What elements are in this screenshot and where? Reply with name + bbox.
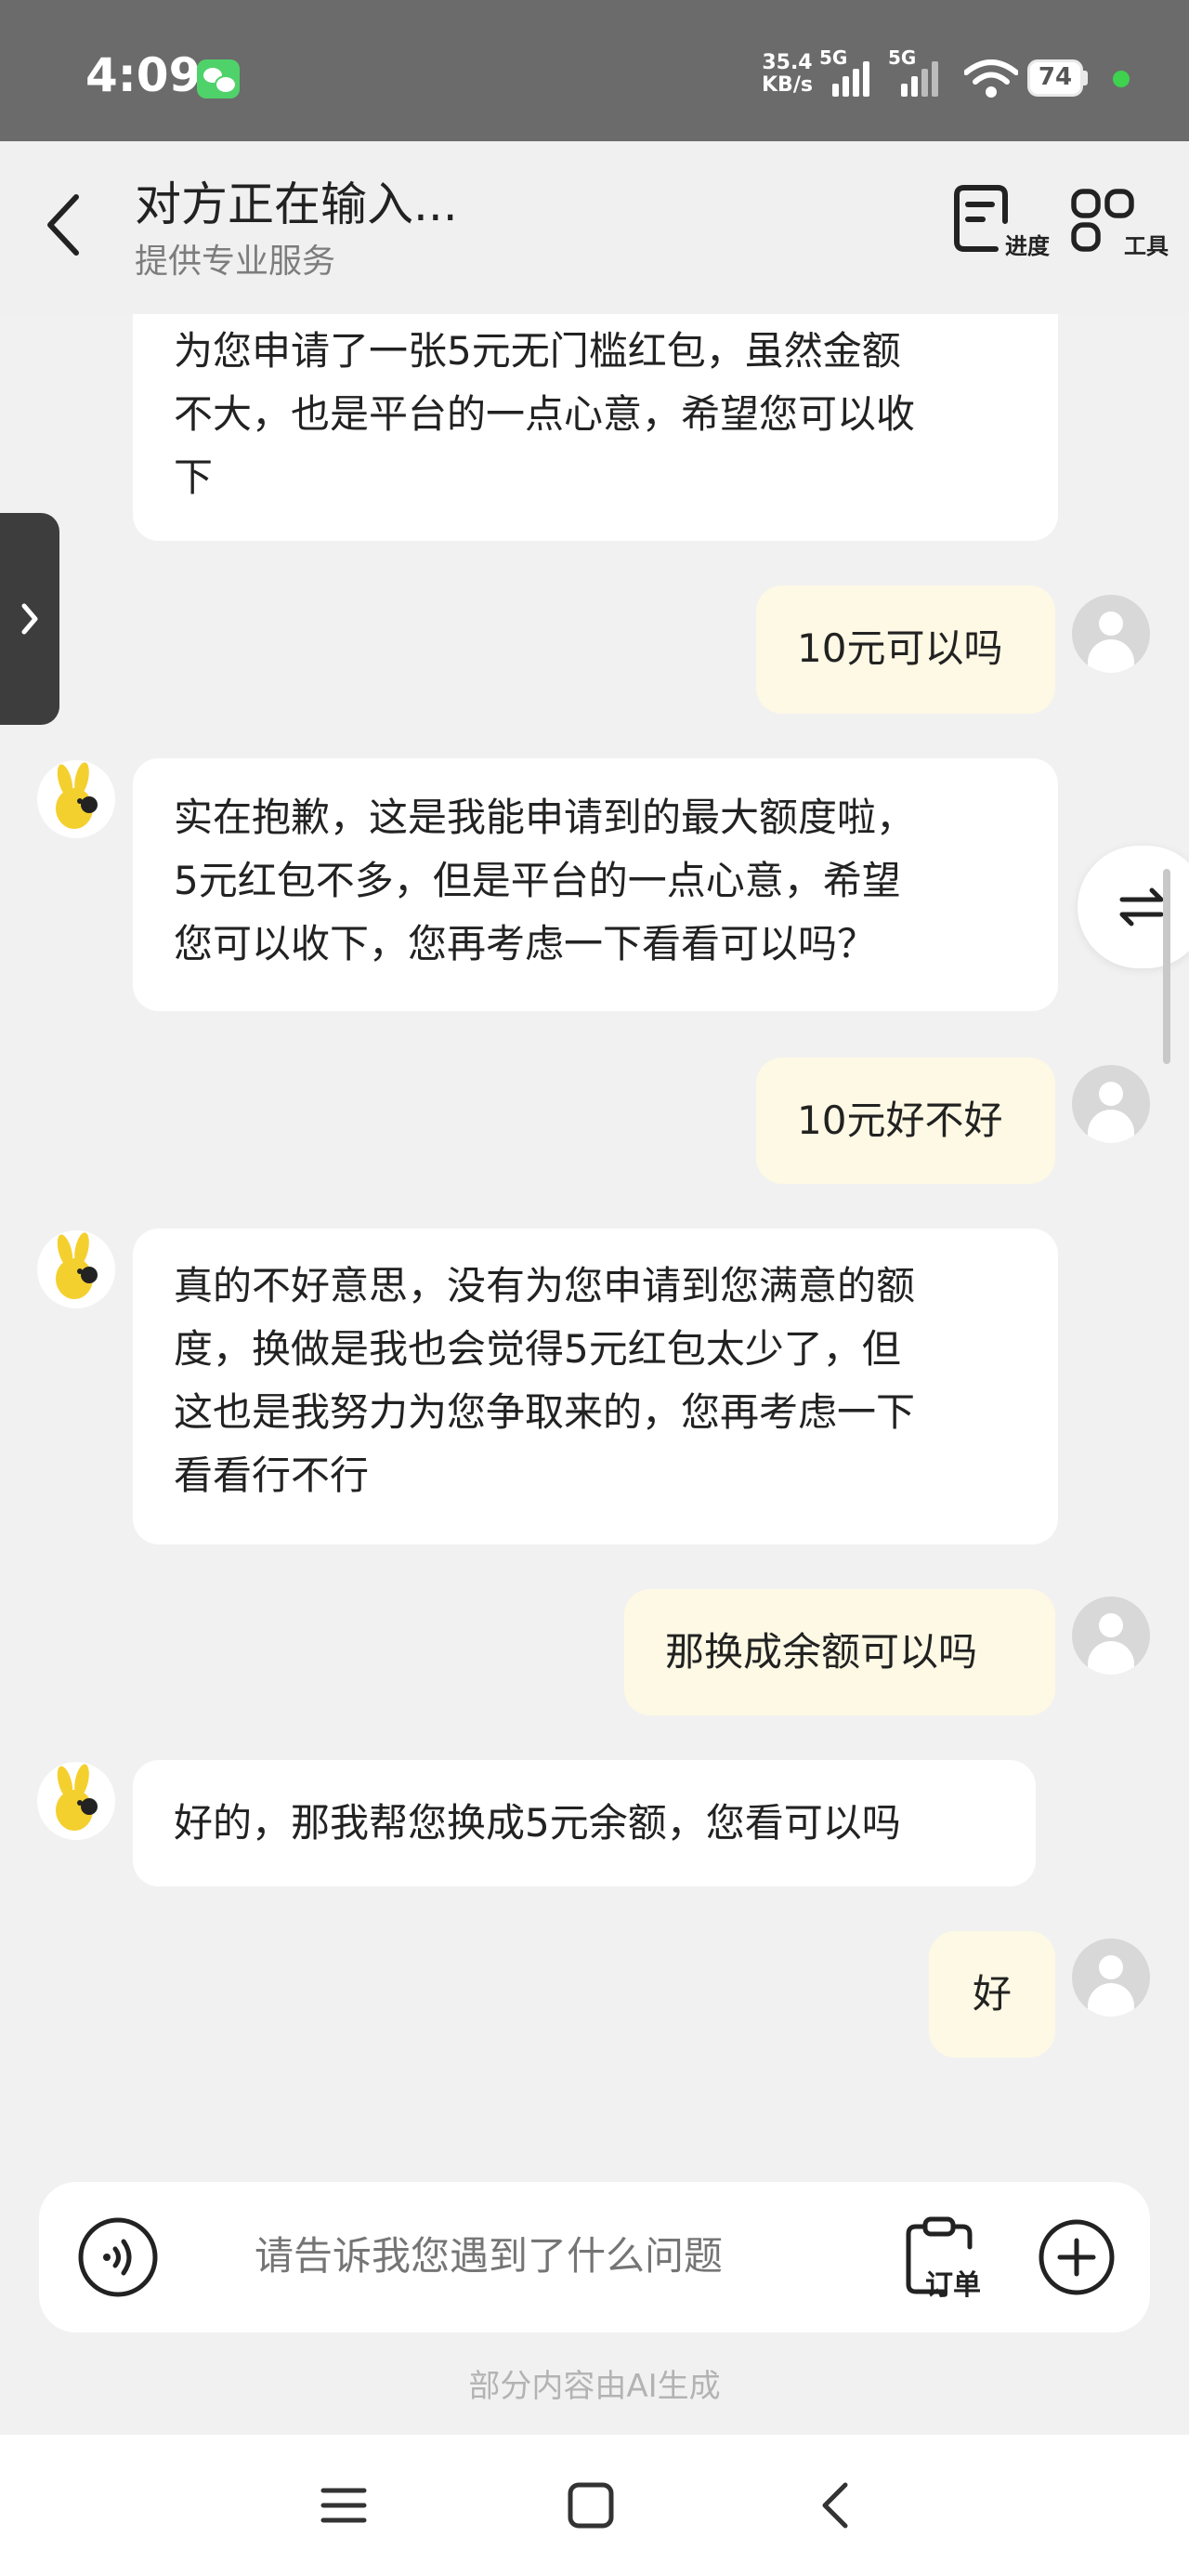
message-line: 不大，也是平台的一点心意，希望您可以收 xyxy=(174,391,916,437)
swap-arrows-icon xyxy=(1119,887,1164,927)
kangaroo-mascot-icon xyxy=(56,1232,98,1299)
progress-button[interactable]: 进度 xyxy=(947,184,1050,268)
kangaroo-mascot-icon xyxy=(56,1764,98,1831)
user-message: 10元可以吗 xyxy=(756,585,1055,714)
user-avatar xyxy=(1072,595,1150,673)
voice-input-icon[interactable] xyxy=(76,2215,160,2299)
message-input[interactable] xyxy=(253,2232,851,2280)
chevron-right-icon xyxy=(21,603,38,635)
bot-avatar xyxy=(37,1762,115,1840)
side-drawer-toggle[interactable] xyxy=(0,513,59,725)
nav-back-icon[interactable] xyxy=(810,2477,866,2533)
user-avatar xyxy=(1072,1065,1150,1143)
bot-message: 为您申请了一张5元无门槛红包，虽然金额 不大，也是平台的一点心意，希望您可以收 … xyxy=(133,314,1058,541)
network-speed: 35.4 KB/s xyxy=(762,52,813,97)
battery-icon: 74 xyxy=(1027,59,1083,97)
signal-2-label: 5G xyxy=(888,46,917,69)
page-subtitle: 提供专业服务 xyxy=(135,243,336,281)
wechat-notification-icon xyxy=(197,59,240,99)
order-button[interactable]: 订单 xyxy=(903,2215,992,2302)
message-line: 好的，那我帮您换成5元余额，您看可以吗 xyxy=(174,1800,901,1846)
message-line: 实在抱歉，这是我能申请到的最大额度啦， xyxy=(174,795,916,840)
user-message: 10元好不好 xyxy=(756,1058,1055,1184)
privacy-indicator-dot xyxy=(1113,71,1130,87)
user-avatar xyxy=(1072,1939,1150,2017)
chat-message-list[interactable]: 为您申请了一张5元无门槛红包，虽然金额 不大，也是平台的一点心意，希望您可以收 … xyxy=(0,314,1189,2163)
tools-label: 工具 xyxy=(1124,233,1169,259)
message-line: 为您申请了一张5元无门槛红包，虽然金额 xyxy=(174,328,901,374)
tools-button[interactable]: 工具 xyxy=(1066,184,1169,268)
back-arrow-icon[interactable] xyxy=(37,188,93,262)
page-title: 对方正在输入... xyxy=(135,177,458,231)
message-line: 下 xyxy=(174,454,214,500)
battery-tip xyxy=(1083,71,1088,85)
bot-message: 真的不好意思，没有为您申请到您满意的额 度，换做是我也会觉得5元红包太少了，但 … xyxy=(133,1229,1058,1544)
message-line: 5元红包不多，但是平台的一点心意，希望 xyxy=(174,858,901,903)
ai-disclaimer: 部分内容由AI生成 xyxy=(468,2368,721,2405)
bot-avatar xyxy=(37,760,115,838)
message-line: 真的不好意思，没有为您申请到您满意的额 xyxy=(174,1263,916,1308)
message-line: 度，换做是我也会觉得5元红包太少了，但 xyxy=(174,1326,901,1372)
menu-icon[interactable] xyxy=(316,2477,372,2533)
network-speed-unit: KB/s xyxy=(762,73,813,97)
kangaroo-mascot-icon xyxy=(56,762,98,829)
user-message: 那换成余额可以吗 xyxy=(624,1589,1055,1715)
home-square-icon[interactable] xyxy=(563,2477,619,2533)
network-speed-value: 35.4 xyxy=(762,51,813,74)
switch-button[interactable] xyxy=(1078,846,1189,968)
user-avatar xyxy=(1072,1597,1150,1675)
message-line: 这也是我努力为您争取来的，您再考虑一下 xyxy=(174,1389,916,1435)
message-line: 看看行不行 xyxy=(174,1452,370,1498)
wifi-icon xyxy=(964,59,1018,98)
message-input-bar: 订单 xyxy=(39,2182,1150,2333)
system-nav-bar xyxy=(0,2435,1189,2576)
progress-label: 进度 xyxy=(1005,233,1050,259)
bot-message: 好的，那我帮您换成5元余额，您看可以吗 xyxy=(133,1760,1036,1886)
add-plus-icon[interactable] xyxy=(1037,2217,1117,2297)
bot-message: 实在抱歉，这是我能申请到的最大额度啦， 5元红包不多，但是平台的一点心意，希望 … xyxy=(133,758,1058,1011)
scrollbar-thumb[interactable] xyxy=(1163,869,1170,1064)
battery-level: 74 xyxy=(1038,63,1073,91)
status-bar: 4:09 35.4 KB/s 5G 5G 74 xyxy=(0,0,1189,141)
user-message: 好 xyxy=(929,1931,1055,2057)
message-line: 您可以收下，您再考虑一下看看可以吗？ xyxy=(174,921,877,966)
bot-avatar xyxy=(37,1230,115,1308)
status-time: 4:09 xyxy=(85,48,202,102)
signal-1-label: 5G xyxy=(819,46,848,69)
order-label: 订单 xyxy=(925,2269,981,2302)
chat-header: 对方正在输入... 提供专业服务 进度 工具 xyxy=(0,141,1189,314)
